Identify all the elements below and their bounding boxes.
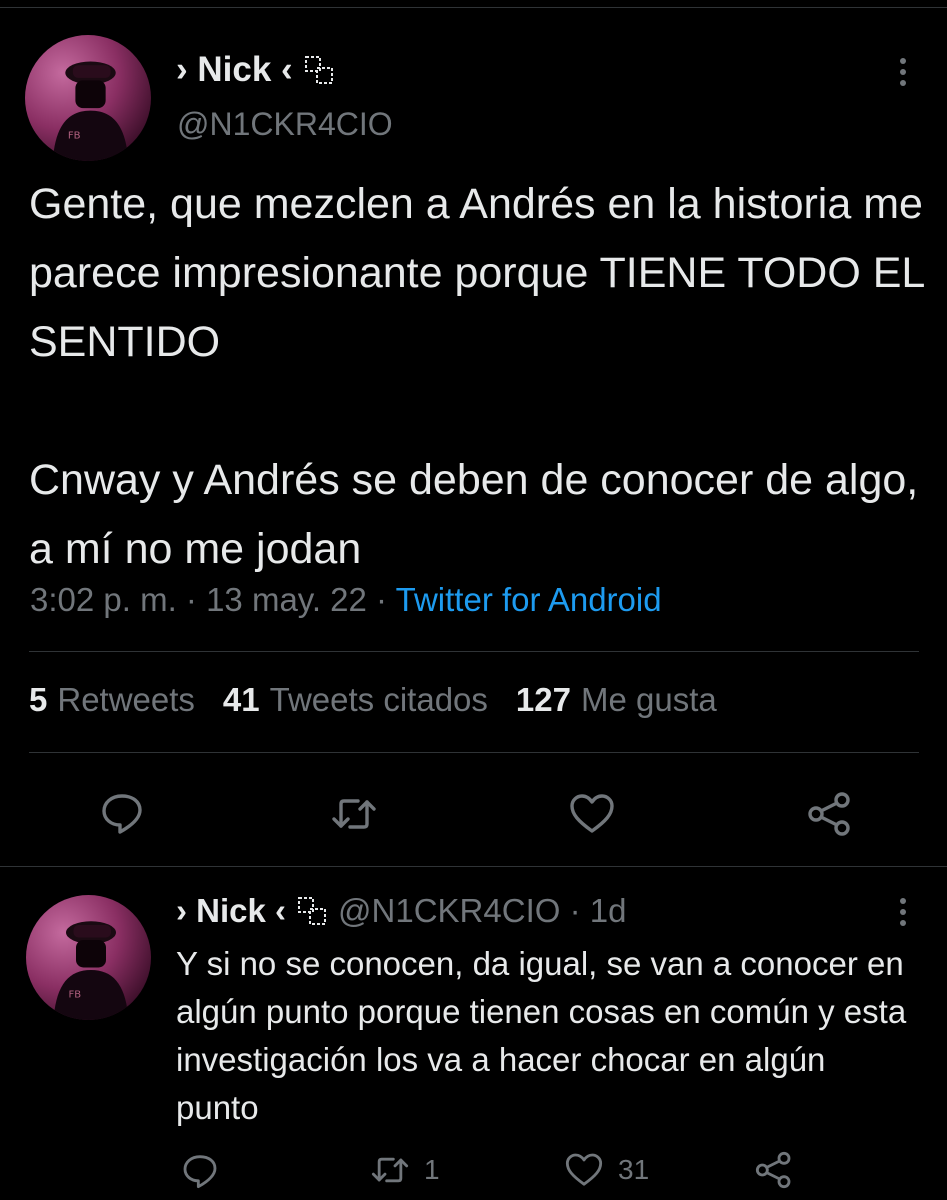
more-vertical-icon[interactable] <box>896 898 910 926</box>
retweet-icon <box>371 1157 409 1183</box>
tweet-time[interactable]: 3:02 p. m. <box>30 581 177 618</box>
reply-like-count: 31 <box>618 1154 650 1185</box>
quotes-stat[interactable]: 41 Tweets citados <box>223 681 488 719</box>
tweet-stats: 5 Retweets 41 Tweets citados 127 Me gusta <box>29 681 717 719</box>
avatar-image: FB <box>52 61 129 161</box>
divider <box>0 866 947 867</box>
divider <box>29 651 919 652</box>
retweets-count: 5 <box>29 681 48 718</box>
share-icon[interactable] <box>806 790 854 838</box>
author-name[interactable]: › Nick ‹ <box>176 50 293 90</box>
likes-label: Me gusta <box>580 681 717 718</box>
heart-icon[interactable] <box>568 790 616 838</box>
svg-text:FB: FB <box>69 990 82 1001</box>
retweets-label: Retweets <box>57 681 195 718</box>
svg-text:FB: FB <box>68 130 81 141</box>
author-avatar[interactable]: FB <box>25 35 151 161</box>
reply-like-button[interactable]: 31 <box>564 1150 649 1190</box>
quotes-label: Tweets citados <box>269 681 488 718</box>
author-handle[interactable]: @N1CKR4CIO <box>177 106 393 143</box>
tweet-text: Gente, que mezclen a Andrés en la histor… <box>29 180 924 573</box>
share-icon <box>755 1151 791 1189</box>
likes-stat[interactable]: 127 Me gusta <box>516 681 717 719</box>
comment-icon[interactable] <box>98 788 146 836</box>
avatar-image: FB <box>53 921 129 1020</box>
dashed-squares-icon <box>304 56 333 84</box>
quotes-count: 41 <box>222 681 260 718</box>
reply-author-avatar[interactable]: FB <box>26 895 151 1020</box>
reply-text: Y si no se conocen, da igual, se van a c… <box>176 945 907 1126</box>
reply-share-button[interactable] <box>754 1150 794 1190</box>
heart-icon <box>565 1153 603 1186</box>
author-name-line[interactable]: › Nick ‹ <box>176 50 335 90</box>
reply-retweet-button[interactable]: 1 <box>370 1150 440 1190</box>
reply-author-name[interactable]: › Nick ‹ <box>176 892 286 930</box>
reply-comment-button[interactable] <box>180 1150 220 1190</box>
meta-separator: · <box>176 581 207 618</box>
comment-icon <box>183 1155 217 1189</box>
tweet-source[interactable]: Twitter for Android <box>396 581 662 618</box>
dashed-squares-icon <box>298 897 327 925</box>
likes-count: 127 <box>515 681 571 718</box>
top-divider <box>0 7 947 8</box>
retweets-stat[interactable]: 5 Retweets <box>29 681 195 719</box>
reply-header: › Nick ‹ @N1CKR4CIO · 1d <box>176 892 626 930</box>
tweet-meta: 3:02 p. m. · 13 may. 22 · Twitter for An… <box>30 581 662 619</box>
tweet-date[interactable]: 13 may. 22 <box>206 581 367 618</box>
more-vertical-icon[interactable] <box>896 58 910 86</box>
reply-meta[interactable]: @N1CKR4CIO · 1d <box>338 892 626 930</box>
divider <box>29 752 919 753</box>
meta-separator-2: · <box>366 581 396 618</box>
reply-retweet-count: 1 <box>424 1154 440 1185</box>
retweet-icon[interactable] <box>330 790 378 838</box>
